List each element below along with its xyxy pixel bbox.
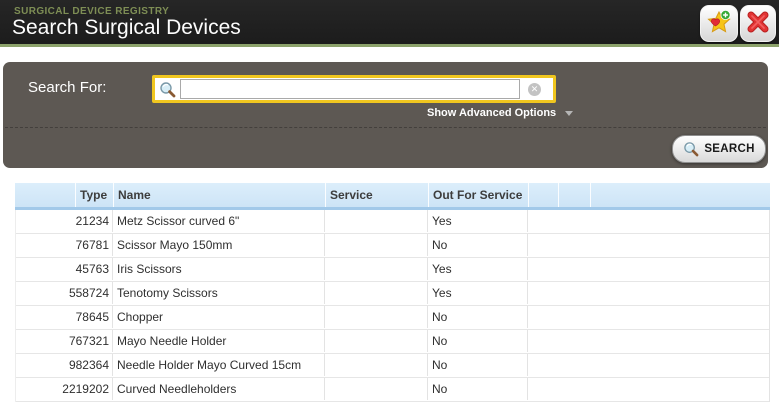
cell-service <box>325 306 428 328</box>
cell-service <box>325 234 428 256</box>
cell-service <box>325 282 428 304</box>
column-header-empty[interactable] <box>590 183 770 207</box>
cell-name: Mayo Needle Holder <box>113 330 325 352</box>
cell-name: Metz Scissor curved 6" <box>113 210 325 232</box>
advanced-options-toggle[interactable]: Show Advanced Options <box>427 107 573 119</box>
search-button-icon <box>683 141 699 157</box>
table-row[interactable]: 982364Needle Holder Mayo Curved 15cm No <box>16 354 769 378</box>
cell-extra <box>528 234 769 256</box>
search-surgical-devices-window: SURGICAL DEVICE REGISTRY Search Surgical… <box>0 0 779 412</box>
favorite-star-icon <box>706 9 732 38</box>
close-icon <box>746 10 770 37</box>
search-button-label: SEARCH <box>704 143 754 155</box>
cell-type: 45763 <box>16 258 113 280</box>
cell-service <box>325 210 428 232</box>
cell-out-for-service: No <box>428 234 528 256</box>
table-row[interactable]: 21234Metz Scissor curved 6" Yes <box>16 210 769 234</box>
table-header-row: TypeNameServiceOut For Service <box>15 183 770 210</box>
cell-service <box>325 258 428 280</box>
cell-extra <box>528 210 769 232</box>
cell-service <box>325 354 428 376</box>
cell-name: Iris Scissors <box>113 258 325 280</box>
search-panel: Search For: ✕ Show Advanced Options <box>3 62 768 168</box>
page-title: Search Surgical Devices <box>12 16 241 40</box>
table-row[interactable]: 767321Mayo Needle Holder No <box>16 330 769 354</box>
cell-extra <box>528 354 769 376</box>
search-box: ✕ <box>152 75 556 103</box>
cell-name: Chopper <box>113 306 325 328</box>
cell-service <box>325 378 428 400</box>
header-accent-divider <box>0 44 779 47</box>
column-header-name[interactable]: Name <box>113 183 325 207</box>
cell-extra <box>528 330 769 352</box>
search-input[interactable] <box>180 79 520 99</box>
favorite-button[interactable] <box>700 5 738 42</box>
cell-type: 78645 <box>16 306 113 328</box>
cell-extra <box>528 306 769 328</box>
cell-name: Tenotomy Scissors <box>113 282 325 304</box>
column-header-empty[interactable] <box>528 183 558 207</box>
table-body: 21234Metz Scissor curved 6"Yes76781Sciss… <box>15 210 770 402</box>
column-header-service[interactable]: Service <box>325 183 428 207</box>
column-header-out_for_service[interactable]: Out For Service <box>428 183 528 207</box>
clear-icon[interactable]: ✕ <box>528 83 541 96</box>
column-header-empty[interactable] <box>558 183 590 207</box>
chevron-down-icon <box>565 111 573 116</box>
cell-out-for-service: No <box>428 306 528 328</box>
search-icon <box>159 81 176 98</box>
cell-type: 2219202 <box>16 378 113 400</box>
cell-out-for-service: No <box>428 330 528 352</box>
close-button[interactable] <box>740 5 776 42</box>
cell-type: 21234 <box>16 210 113 232</box>
cell-extra <box>528 258 769 280</box>
cell-out-for-service: Yes <box>428 282 528 304</box>
cell-out-for-service: Yes <box>428 210 528 232</box>
cell-extra <box>528 282 769 304</box>
cell-out-for-service: Yes <box>428 258 528 280</box>
cell-name: Needle Holder Mayo Curved 15cm <box>113 354 325 376</box>
cell-type: 558724 <box>16 282 113 304</box>
column-header-type[interactable]: Type <box>75 183 113 207</box>
app-header: SURGICAL DEVICE REGISTRY Search Surgical… <box>0 0 779 44</box>
search-for-label: Search For: <box>28 79 106 96</box>
cell-type: 982364 <box>16 354 113 376</box>
cell-type: 76781 <box>16 234 113 256</box>
cell-out-for-service: No <box>428 378 528 400</box>
cell-out-for-service: No <box>428 354 528 376</box>
cell-extra <box>528 378 769 400</box>
search-button[interactable]: SEARCH <box>672 135 766 163</box>
panel-divider <box>5 127 766 128</box>
table-row[interactable]: 76781Scissor Mayo 150mm No <box>16 234 769 258</box>
table-row[interactable]: 2219202Curved Needleholders No <box>16 378 769 402</box>
device-table: TypeNameServiceOut For Service 21234Metz… <box>15 183 770 402</box>
advanced-options-label: Show Advanced Options <box>427 107 556 119</box>
table-row[interactable]: 78645Chopper No <box>16 306 769 330</box>
cell-name: Curved Needleholders <box>113 378 325 400</box>
table-row[interactable]: 45763Iris Scissors Yes <box>16 258 769 282</box>
cell-type: 767321 <box>16 330 113 352</box>
cell-name: Scissor Mayo 150mm <box>113 234 325 256</box>
cell-service <box>325 330 428 352</box>
column-header-empty[interactable] <box>15 183 75 207</box>
table-row[interactable]: 558724Tenotomy Scissors Yes <box>16 282 769 306</box>
